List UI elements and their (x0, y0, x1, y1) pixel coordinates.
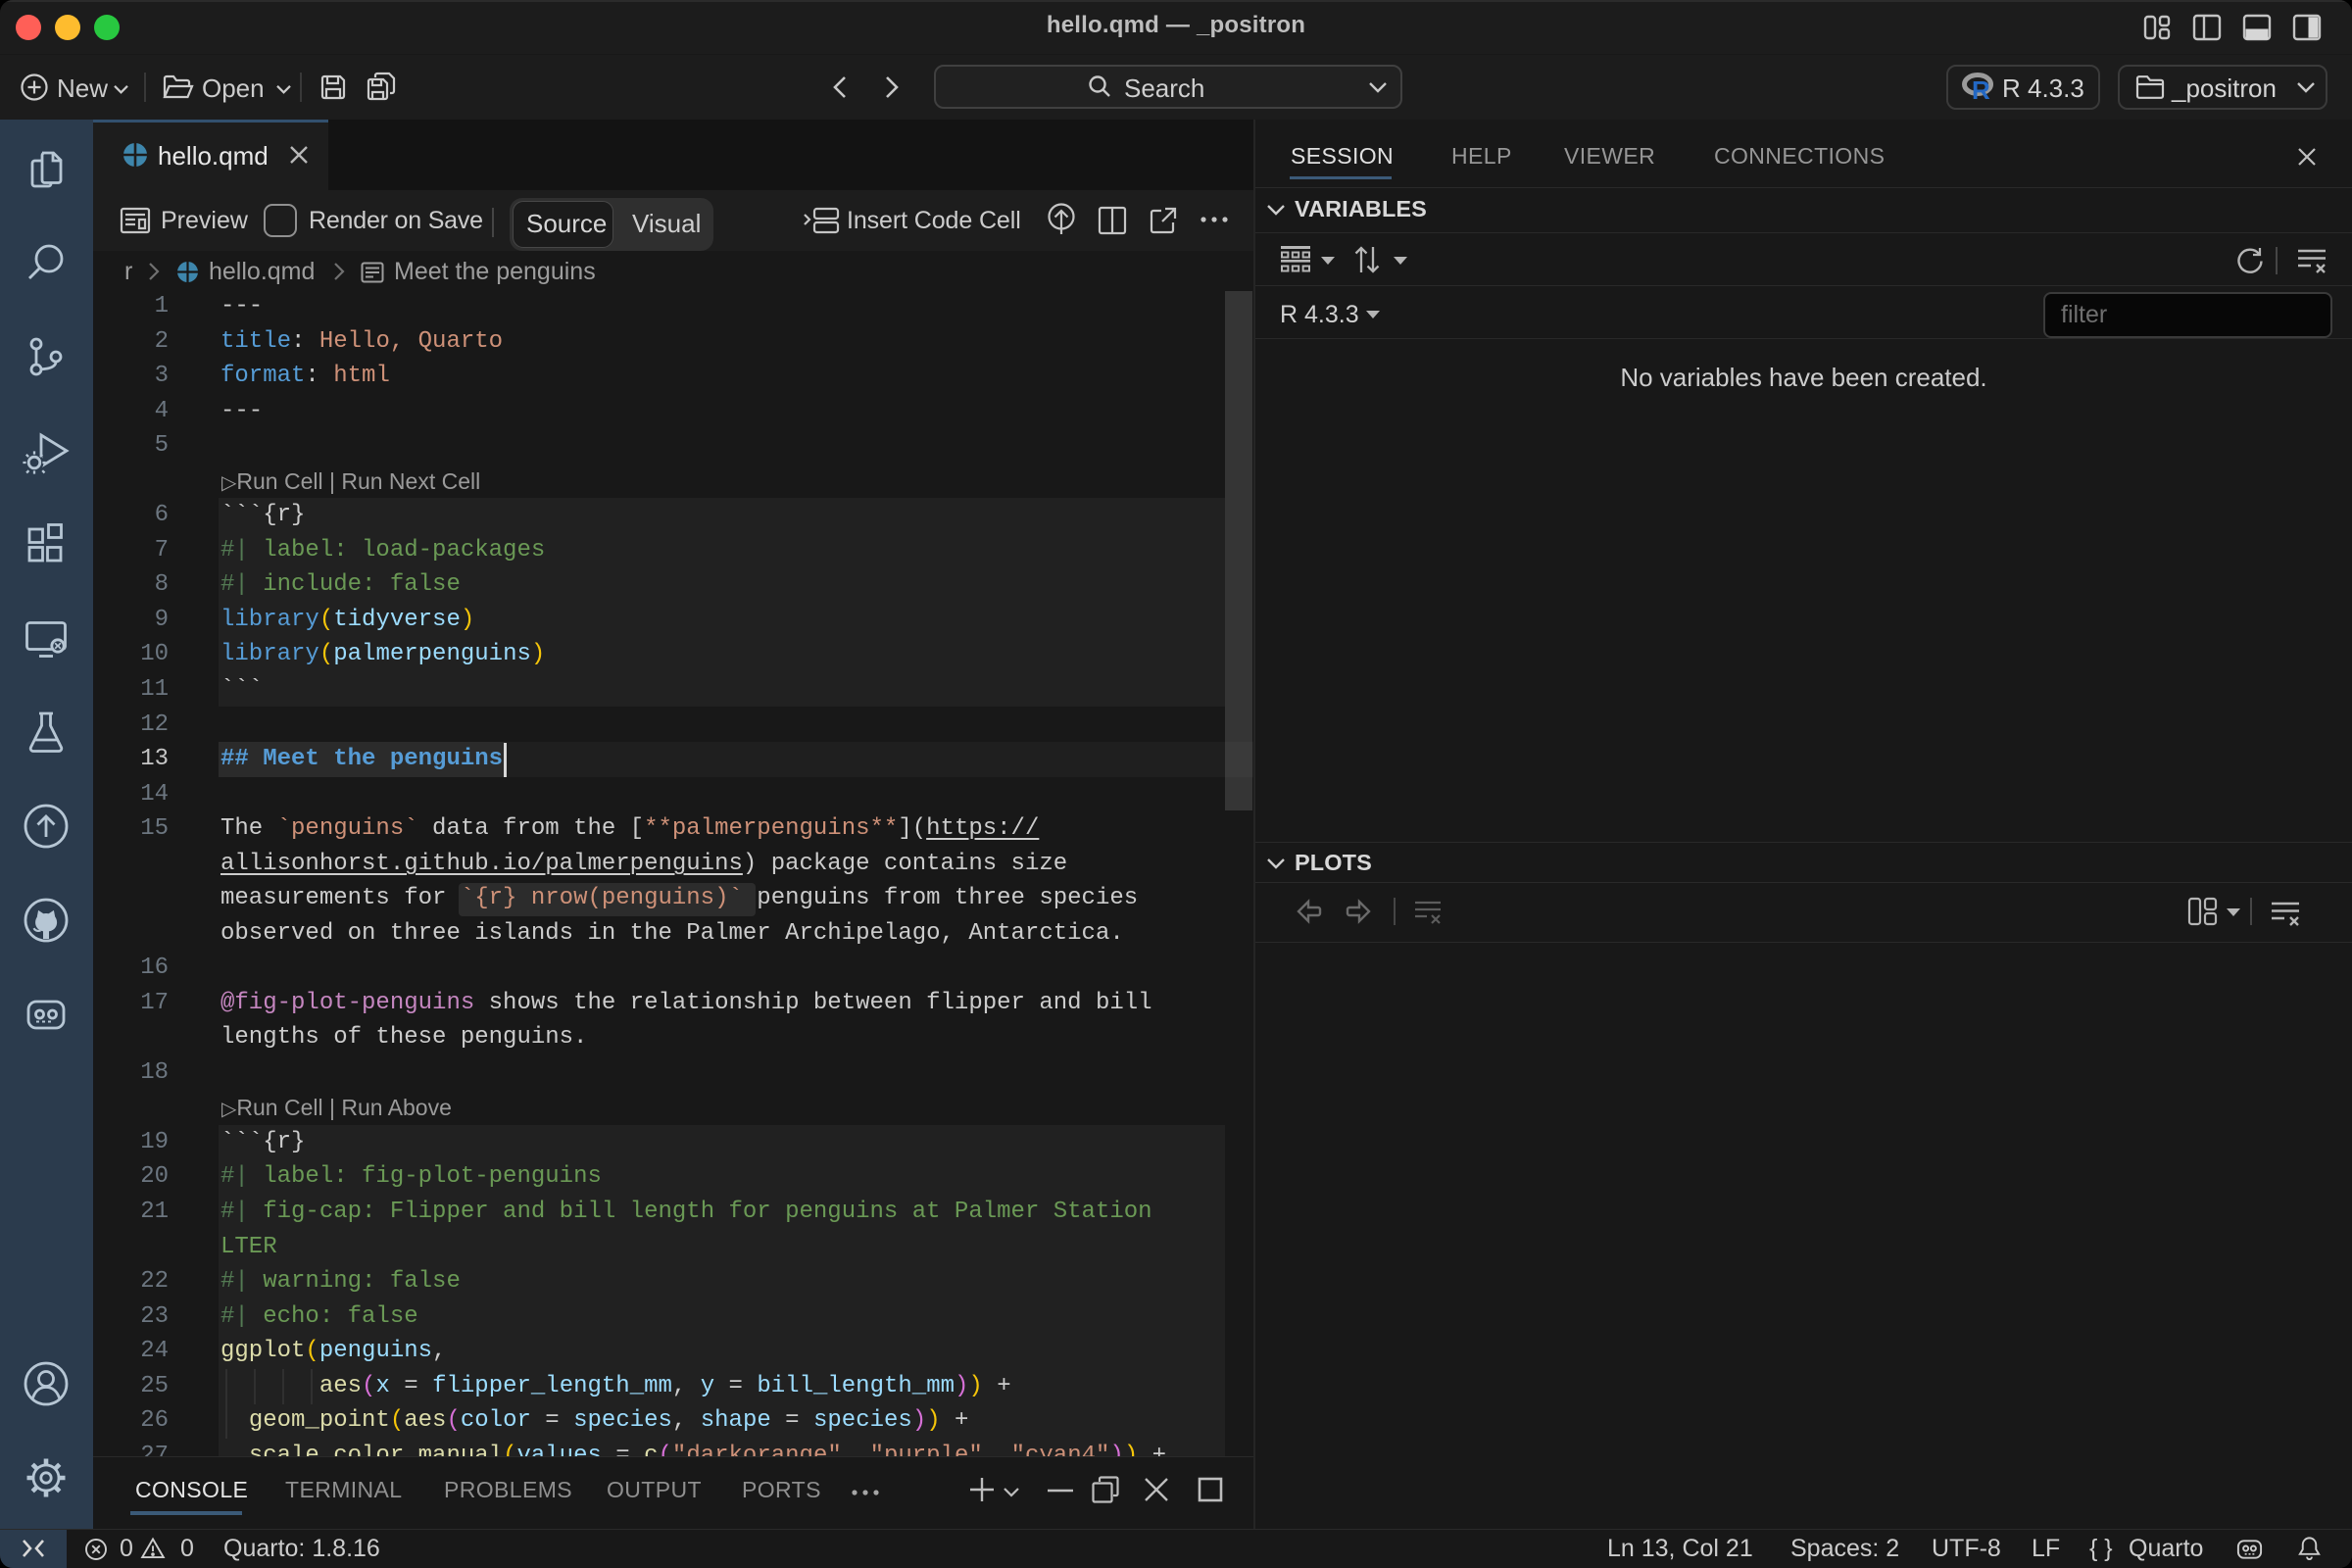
svg-text:R: R (1972, 75, 1990, 102)
